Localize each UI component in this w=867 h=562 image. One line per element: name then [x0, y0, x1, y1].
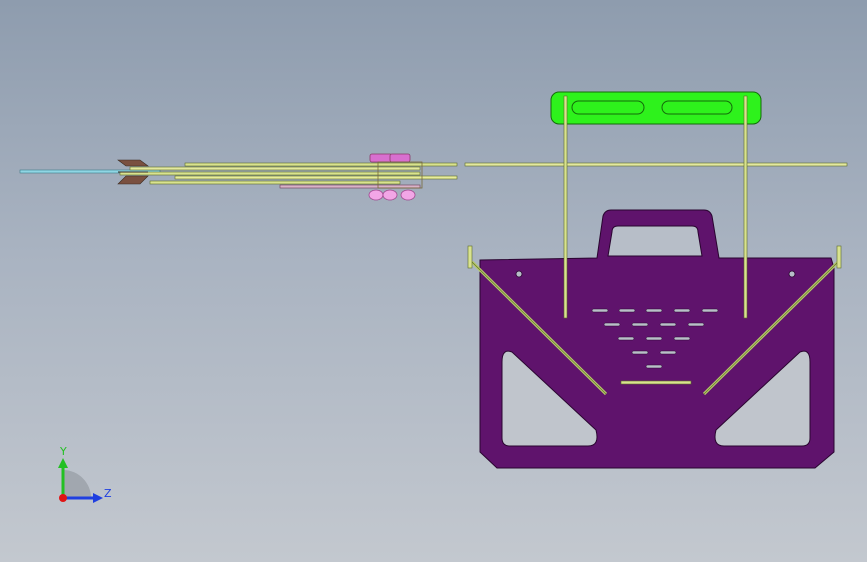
side-view-rod-1 [184, 162, 458, 167]
plate-hole-left [515, 270, 523, 278]
side-view-rod-4 [174, 175, 458, 180]
side-view-rod-2 [129, 166, 421, 171]
plate-hole-right [788, 270, 796, 278]
end-pin-left [467, 245, 473, 269]
triad-y-arrow-icon [58, 458, 68, 468]
side-view-wingnut-2 [382, 189, 398, 201]
handle-slot-right [661, 100, 733, 115]
vertical-rod-left [563, 95, 568, 319]
side-view-arrowhead-top [117, 159, 149, 167]
cad-model-scene[interactable]: Y Z [0, 0, 867, 562]
side-view-arrowhead-bottom [117, 175, 149, 185]
side-view-rod-3 [119, 171, 421, 176]
side-view-wingnut-3 [400, 189, 416, 201]
handle-bar[interactable] [550, 91, 762, 125]
side-view-assembly[interactable] [19, 153, 458, 201]
triad-z-label: Z [104, 487, 112, 500]
front-view-horizontal-rod [464, 162, 848, 167]
base-plate[interactable] [479, 209, 835, 469]
handle-slot-left [571, 100, 645, 115]
side-view-knob-top-2 [389, 153, 411, 163]
side-view-wingnut-1 [368, 189, 384, 201]
end-pin-right [836, 245, 842, 269]
front-view-assembly[interactable] [464, 91, 848, 469]
triad-y-label: Y [59, 445, 67, 458]
side-view-rod-6 [279, 184, 421, 189]
plate-bottom-bar [620, 380, 692, 385]
graphics-viewport[interactable]: Y Z [0, 0, 867, 562]
side-view-rod-5 [149, 180, 401, 185]
side-view-knob-top-1 [369, 153, 393, 163]
plate-handle-cutout [607, 225, 703, 257]
triad-quadrant-icon [63, 470, 91, 498]
view-orientation-triad[interactable]: Y Z [58, 445, 112, 503]
triad-x-axis-dot [59, 494, 67, 502]
vertical-rod-right [743, 95, 748, 319]
triad-z-arrow-icon [93, 493, 103, 503]
